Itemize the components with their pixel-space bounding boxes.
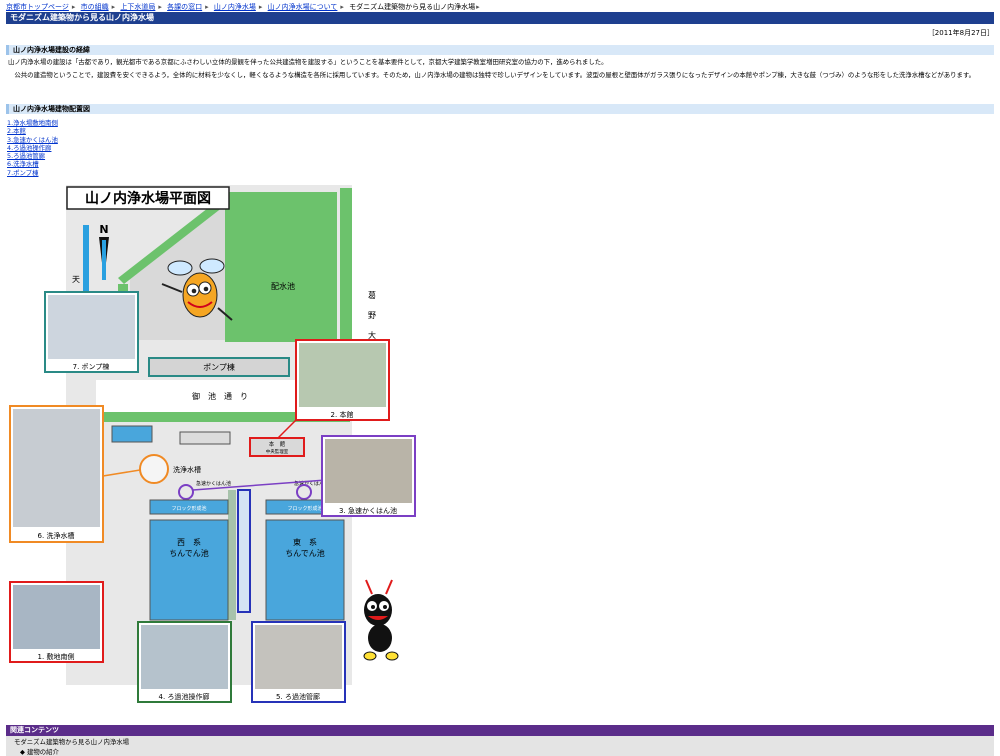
breadcrumb-separator-icon: ▸ xyxy=(111,3,116,11)
pump-building-label: ポンプ棟 xyxy=(203,362,235,372)
breadcrumb-link-waterworks-bureau[interactable]: 上下水道局 xyxy=(120,3,155,11)
photo-pipe-gallery xyxy=(255,625,342,689)
link-main-building[interactable]: 2.本館 xyxy=(7,127,58,135)
filter-gallery-plan xyxy=(237,489,251,613)
photo-site-south xyxy=(13,585,100,649)
caption-site-south: 1. 敷地南側 xyxy=(38,652,75,661)
river-label-west: 天 xyxy=(72,275,80,284)
publish-date: ［2011年8月27日］ xyxy=(927,29,994,37)
breadcrumb-separator-icon: ▸ xyxy=(476,3,480,11)
breadcrumb-separator-icon: ▸ xyxy=(340,3,344,11)
chinden-pond-west xyxy=(149,519,229,621)
operation-gallery-plan xyxy=(228,490,236,620)
east-system-label: 東 系 xyxy=(293,537,317,547)
caption-operation-gallery: 4. ろ過池操作廊 xyxy=(159,692,210,701)
ant-mascot-icon xyxy=(363,579,399,661)
river-label-east-3: 大 xyxy=(368,330,376,340)
river-label-east-1: 葛 xyxy=(368,290,376,300)
related-content-item: モダニズム建築物から見る山ノ内浄水場 xyxy=(14,738,130,746)
breadcrumb-separator-icon: ▸ xyxy=(158,3,162,11)
floc-label-east: フロック形成池 xyxy=(287,505,322,512)
floc-label-west: フロック形成池 xyxy=(171,505,206,512)
photo-pump-building xyxy=(48,295,135,359)
photo-kyusoku xyxy=(325,439,412,503)
north-arrow-shaft xyxy=(102,240,106,280)
breadcrumb-current: モダニズム建築物から見る山ノ内浄水場 xyxy=(349,3,476,11)
chinden-pond-east xyxy=(265,519,345,621)
caption-pump: 7. ポンプ棟 xyxy=(73,362,110,371)
breadcrumb-separator-icon: ▸ xyxy=(205,3,209,11)
caption-pipe-gallery: 5. ろ過池管廊 xyxy=(276,692,320,701)
caption-senjo: 6. 洗浄水槽 xyxy=(38,531,75,540)
link-rapid-mixing-pond[interactable]: 3.急速かくはん池 xyxy=(7,136,58,144)
history-paragraph-1: 山ノ内浄水場の建設は「古都であり，観光都市である京都にふさわしい立体的景観を伴っ… xyxy=(8,58,608,66)
breadcrumb: 京都市トップページ ▸ 市の組織 ▸ 上下水道局 ▸ 各課の窓口 ▸ 山ノ内浄水場 ▸ 山… xyxy=(6,2,483,12)
photo-honkan xyxy=(299,343,386,407)
section-heading-history: 山ノ内浄水場建設の経緯 xyxy=(6,45,994,55)
kyusoku-label-west: 急速かくはん池 xyxy=(196,480,231,487)
link-wash-water-tank[interactable]: 6.洗浄水槽 xyxy=(7,160,58,168)
breadcrumb-separator-icon: ▸ xyxy=(258,3,263,11)
river-label-east-2: 野 xyxy=(368,311,376,320)
map-title: 山ノ内浄水場平面図 xyxy=(85,190,211,207)
haisuichi-area xyxy=(225,192,337,342)
breadcrumb-link-departments[interactable]: 各課の窓口 xyxy=(167,3,202,11)
section-heading-layout: 山ノ内浄水場建物配置図 xyxy=(6,104,994,114)
breadcrumb-separator-icon: ▸ xyxy=(71,3,76,11)
site-plan-map: 山ノ内浄水場平面図 N 天 葛 野 大 配水池 ポンプ棟 御 池 通 り 本 館… xyxy=(9,185,416,703)
road-label: 御 池 通 り xyxy=(192,391,248,401)
page-title: モダニズム建築物から見る山ノ内浄水場 xyxy=(6,12,994,24)
breadcrumb-link-top[interactable]: 京都市トップページ xyxy=(6,3,69,11)
haisuichi-label: 配水池 xyxy=(271,281,295,291)
breadcrumb-link-about[interactable]: 山ノ内浄水場について xyxy=(268,3,338,11)
caption-kyusoku: 3. 急速かくはん池 xyxy=(339,506,397,515)
related-content-panel: モダニズム建築物から見る山ノ内浄水場 ◆ 建物の紹介 xyxy=(6,736,994,756)
west-system-label: 西 系 xyxy=(177,537,201,547)
honkan-label: 本 館 xyxy=(269,440,286,448)
related-content-heading: 関連コンテンツ xyxy=(6,725,994,736)
breadcrumb-link-organization[interactable]: 市の組織 xyxy=(81,3,109,11)
building-link-list: 1.浄水場敷地南側 2.本館 3.急速かくはん池 4.ろ過池操作廊 5.ろ過池管… xyxy=(7,119,58,177)
link-filter-operation-gallery[interactable]: 4.ろ過池操作廊 xyxy=(7,144,58,152)
plant-block-n xyxy=(179,431,231,445)
senjo-tank-plan xyxy=(139,454,169,484)
related-content-subitem[interactable]: ◆ 建物の紹介 xyxy=(20,747,59,756)
senjo-label: 洗浄水槽 xyxy=(173,465,201,474)
chinden-label-west: ちんでん池 xyxy=(169,548,209,558)
chuo-label: 中央監理室 xyxy=(266,448,289,455)
photo-operation-gallery xyxy=(141,625,228,689)
caption-honkan: 2. 本館 xyxy=(331,410,354,419)
plant-block-nw xyxy=(111,425,153,443)
breadcrumb-link-yamanouchi[interactable]: 山ノ内浄水場 xyxy=(214,3,256,11)
photo-senjo xyxy=(13,409,100,527)
history-paragraph-2: 公共の建造物ということで，建設費を安くできるよう，全体的に材料を少なくし，軽くな… xyxy=(8,71,976,79)
north-label: N xyxy=(99,223,108,236)
link-pump-building[interactable]: 7.ポンプ棟 xyxy=(7,169,58,177)
chinden-label-east: ちんでん池 xyxy=(285,548,325,558)
